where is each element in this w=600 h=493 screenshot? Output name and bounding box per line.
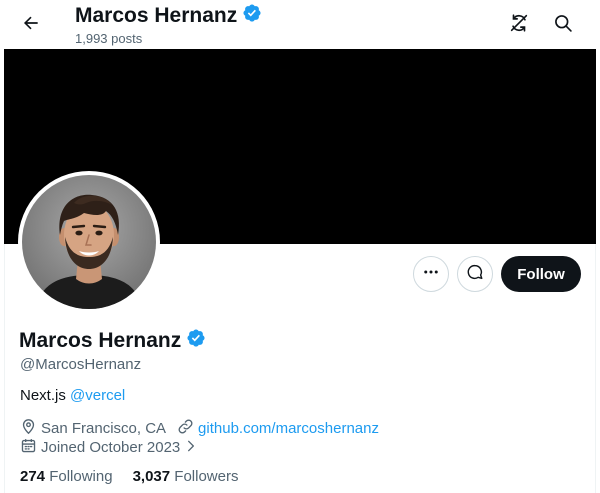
search-icon (553, 13, 573, 38)
back-arrow-icon (21, 13, 41, 38)
joined-row[interactable]: Joined October 2023 (20, 437, 198, 458)
location-text: San Francisco, CA (41, 420, 167, 437)
avatar[interactable] (18, 171, 160, 313)
header-name-text: Marcos Hernanz (75, 4, 238, 27)
joined-item[interactable]: Joined October 2023 (20, 437, 198, 458)
follow-button[interactable]: Follow (501, 256, 581, 292)
profile-header: Marcos Hernanz 1,993 posts (0, 0, 600, 50)
website-item: github.com/marcoshernanz (177, 418, 379, 439)
profile-bio: Next.js @vercel (20, 387, 125, 404)
back-button[interactable] (14, 8, 48, 42)
profile-meta: San Francisco, CA github.com/marcosherna… (20, 418, 379, 439)
location-item: San Francisco, CA (20, 418, 166, 439)
followers-link[interactable]: 3,037 Followers (133, 468, 239, 485)
sync-off-icon (508, 12, 530, 39)
avatar-illustration (22, 175, 156, 309)
website-link[interactable]: github.com/marcoshernanz (198, 420, 379, 437)
header-title: Marcos Hernanz (75, 3, 262, 29)
verified-badge-icon (186, 328, 206, 354)
profile-handle: @MarcosHernanz (20, 356, 142, 373)
link-icon (177, 418, 194, 439)
following-link[interactable]: 274 Following (20, 468, 113, 485)
followers-count: 3,037 (132, 468, 171, 485)
follow-stats: 274 Following 3,037 Followers (20, 468, 238, 485)
followers-label: Followers (174, 468, 239, 485)
search-button[interactable] (546, 8, 580, 42)
verified-badge-icon (242, 3, 262, 29)
display-name-text: Marcos Hernanz (19, 329, 182, 352)
sync-button[interactable] (502, 8, 536, 42)
joined-text: Joined October 2023 (41, 439, 181, 456)
bio-mention-link[interactable]: @vercel (70, 387, 125, 404)
post-count: 1,993 posts (75, 31, 143, 46)
location-pin-icon (20, 418, 37, 439)
following-count: 274 (20, 468, 46, 485)
bio-text: Next.js (20, 387, 66, 404)
profile-display-name: Marcos Hernanz (19, 328, 206, 354)
chevron-right-icon (184, 439, 198, 457)
message-button[interactable] (457, 256, 493, 292)
calendar-icon (20, 437, 37, 458)
more-options-button[interactable] (413, 256, 449, 292)
more-dots-icon (422, 263, 440, 286)
following-label: Following (49, 468, 113, 485)
message-bubble-icon (466, 263, 484, 286)
